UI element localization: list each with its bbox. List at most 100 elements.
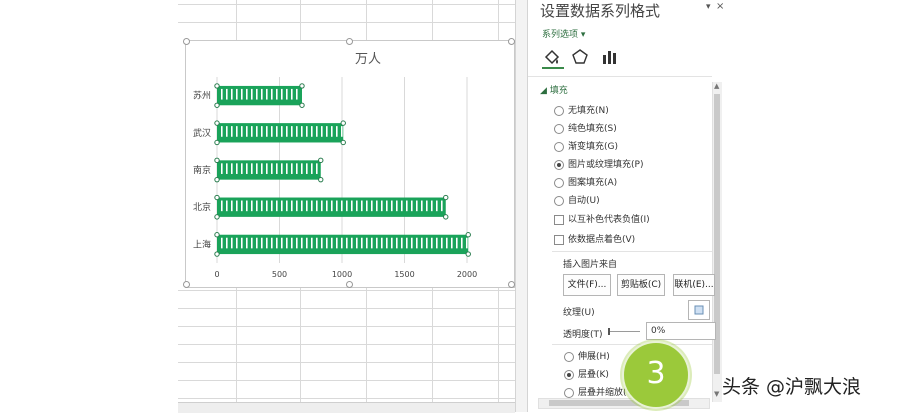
bar-selection-handle[interactable] (214, 139, 220, 146)
file-button[interactable]: 文件(F)... (563, 274, 611, 296)
bar-texture (376, 237, 378, 249)
fill-line-icon[interactable] (542, 47, 562, 67)
bar-texture (371, 237, 373, 249)
bar-selection-handle[interactable] (214, 176, 220, 183)
series-options-icon[interactable] (600, 47, 620, 67)
resize-handle[interactable] (508, 38, 515, 45)
pattern-fill-option[interactable]: 图案填充(A) (554, 176, 617, 190)
bar-selection-handle[interactable] (465, 251, 471, 257)
bar-texture (301, 163, 303, 174)
picture-texture-fill-option[interactable]: 图片或纹理填充(P) (554, 158, 643, 172)
sheet-horizontal-scrollbar[interactable] (178, 402, 515, 413)
bar-texture (346, 237, 348, 249)
vary-colors-checkbox[interactable]: 依数据点着色(V) (554, 233, 635, 247)
texture-picker-button[interactable] (688, 300, 710, 320)
transparency-slider[interactable] (608, 328, 640, 335)
bar-selection-handle[interactable] (340, 139, 346, 146)
fill-section-header[interactable]: ◢ 填充 (540, 83, 568, 96)
bar-selection-handle[interactable] (214, 194, 220, 201)
bar-texture (236, 126, 238, 137)
bar[interactable] (214, 120, 346, 146)
bar-fill[interactable] (217, 85, 302, 106)
bar-texture (231, 163, 233, 174)
divider (528, 76, 712, 77)
bar-texture (241, 88, 243, 100)
bar-texture (241, 200, 243, 212)
bar[interactable] (214, 157, 324, 183)
bar-chart[interactable]: 万人 苏州 武汉 南京 北京 上海 0 500 1000 1500 2000 (183, 38, 515, 288)
bar[interactable] (214, 83, 305, 108)
bar-texture (361, 200, 363, 212)
bar-selection-handle[interactable] (214, 83, 220, 89)
bar-texture (416, 237, 418, 249)
bar-selection-handle[interactable] (214, 214, 220, 220)
bar-selection-handle[interactable] (318, 176, 324, 183)
bar-texture (251, 237, 253, 249)
bar-texture (251, 200, 253, 212)
category-label: 南京 (193, 164, 211, 176)
scroll-down-icon[interactable]: ▼ (714, 390, 719, 398)
pane-scrollbar[interactable]: ▲ ▼ (712, 82, 722, 402)
bar-selection-handle[interactable] (465, 232, 471, 238)
bar-texture (231, 88, 233, 100)
bar-texture (256, 126, 258, 137)
x-tick-label: 500 (272, 270, 287, 279)
bar-fill[interactable] (217, 234, 469, 255)
resize-handle[interactable] (346, 38, 353, 45)
bar-texture (416, 200, 418, 212)
bar-texture (346, 200, 348, 212)
bar-texture (401, 237, 403, 249)
series-options-dropdown[interactable]: 系列选项 ▾ (542, 27, 585, 40)
resize-handle[interactable] (183, 281, 190, 288)
effects-icon[interactable] (570, 47, 590, 67)
bar-texture (291, 200, 293, 212)
bar-selection-handle[interactable] (340, 120, 346, 126)
pane-title: 设置数据系列格式 (540, 2, 661, 20)
bar-selection-handle[interactable] (214, 232, 220, 238)
pane-menu-icon[interactable]: ▾ (706, 2, 711, 12)
bar-selection-handle[interactable] (214, 251, 220, 257)
resize-handle[interactable] (183, 38, 190, 45)
no-fill-option[interactable]: 无填充(N) (554, 104, 609, 118)
bar-selection-handle[interactable] (443, 194, 449, 201)
bar-texture (281, 126, 283, 137)
transparency-input[interactable]: 0% (646, 322, 716, 340)
bar-selection-handle[interactable] (299, 83, 305, 89)
bar-texture (411, 237, 413, 249)
bar[interactable] (214, 194, 449, 220)
close-icon[interactable]: × (716, 1, 724, 12)
clipboard-button[interactable]: 剪贴板(C) (617, 274, 665, 296)
bar-selection-handle[interactable] (214, 157, 220, 164)
auto-fill-option[interactable]: 自动(U) (554, 194, 600, 208)
bar-fill[interactable] (217, 123, 344, 143)
bar-selection-handle[interactable] (299, 102, 305, 108)
gradient-fill-option[interactable]: 渐变填充(G) (554, 140, 618, 154)
texture-icon (694, 305, 704, 315)
bar-texture (331, 200, 333, 212)
radio-icon (554, 105, 564, 116)
stack-option[interactable]: 层叠(K) (564, 368, 609, 382)
bar-selection-handle[interactable] (214, 102, 220, 108)
bar-texture (406, 237, 408, 249)
stretch-option[interactable]: 伸展(H) (564, 350, 610, 364)
bar[interactable] (214, 232, 471, 257)
bar-texture (351, 200, 353, 212)
bar-texture (426, 200, 428, 212)
slider-thumb[interactable] (608, 328, 610, 335)
bar-texture (261, 126, 263, 137)
pane-horizontal-scrollbar[interactable] (538, 398, 710, 409)
solid-fill-option[interactable]: 纯色填充(S) (554, 122, 617, 136)
scroll-up-icon[interactable]: ▲ (714, 82, 719, 90)
bar-selection-handle[interactable] (214, 120, 220, 126)
bar-texture (376, 200, 378, 212)
resize-handle[interactable] (508, 281, 515, 288)
bar-texture (226, 237, 228, 249)
chart-title: 万人 (355, 52, 381, 67)
bar-selection-handle[interactable] (318, 157, 324, 164)
bar-texture (266, 126, 268, 137)
online-button[interactable]: 联机(E)... (673, 274, 715, 296)
bar-selection-handle[interactable] (443, 214, 449, 220)
radio-selected-icon (554, 159, 564, 170)
resize-handle[interactable] (346, 281, 353, 288)
invert-negative-checkbox[interactable]: 以互补色代表负值(I) (554, 213, 650, 227)
